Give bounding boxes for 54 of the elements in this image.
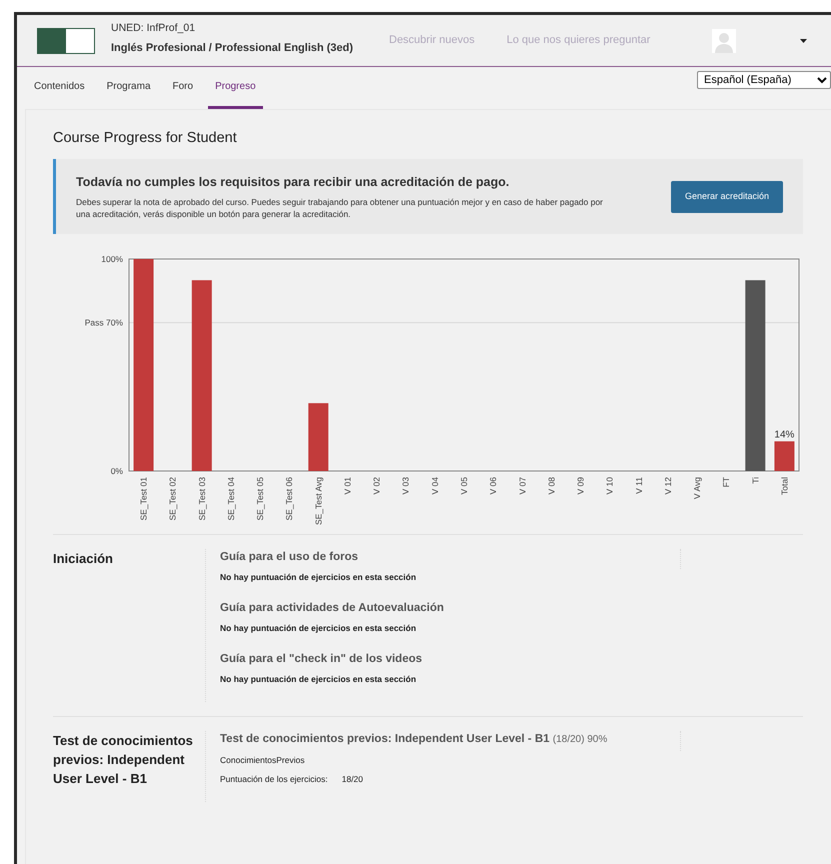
subsection-title: Guía para el "check in" de los videos bbox=[220, 652, 424, 668]
axis-label: SE_Test 01 bbox=[138, 477, 149, 521]
tab[interactable]: Programa bbox=[106, 67, 150, 109]
axis-label: V 07 bbox=[517, 477, 528, 495]
bar bbox=[774, 441, 794, 472]
section-note: No hay puntuación de ejercicios en esta sección bbox=[220, 622, 418, 636]
section-title: Test de conocimientos previos: Independent User Level - B1 bbox=[53, 732, 194, 788]
section-note: No hay puntuación de ejercicios en esta sección bbox=[220, 673, 418, 686]
axis-label: SE_Test 05 bbox=[255, 477, 266, 521]
axis-label: V 10 bbox=[604, 477, 615, 495]
notice-title: Todavía no cumples los requisitos para recibir una acreditación de pago. bbox=[76, 174, 510, 192]
axis-label: 100% bbox=[101, 254, 123, 264]
axis-label: SE_Test 02 bbox=[168, 477, 178, 521]
axis-label: V 08 bbox=[546, 477, 556, 495]
tab[interactable]: Foro bbox=[172, 67, 194, 109]
section-note: No hay puntuación de ejercicios en esta sección bbox=[220, 571, 418, 584]
tab[interactable]: Contenidos bbox=[34, 67, 85, 109]
score-text: (18/20) 90% bbox=[552, 734, 608, 746]
axis-label: FT bbox=[721, 477, 732, 488]
axis-label: V 12 bbox=[662, 477, 673, 495]
value-label: 14% bbox=[774, 429, 794, 440]
caret-icon[interactable] bbox=[800, 38, 807, 42]
axis-label: V 05 bbox=[459, 477, 469, 495]
page-title: Course Progress for Student bbox=[53, 130, 237, 148]
axis-label: Total bbox=[779, 477, 790, 496]
axis-label: 0% bbox=[110, 466, 123, 476]
axis-label: V 01 bbox=[342, 477, 352, 495]
organization-code: UNED: InfProf_01 bbox=[111, 22, 196, 35]
axis-label: Ti bbox=[750, 477, 760, 484]
language-select[interactable]: Español (España) bbox=[697, 71, 831, 89]
axis-label: V Avg bbox=[692, 477, 702, 500]
university-logo bbox=[37, 28, 95, 54]
axis-label: V 04 bbox=[430, 477, 440, 495]
axis-label: V 03 bbox=[400, 477, 411, 495]
subsection-title: Guía para actividades de Autoevaluación bbox=[220, 601, 445, 616]
bar bbox=[308, 403, 328, 472]
subsection-title: Guía para el uso de foros bbox=[220, 550, 360, 566]
scores-value: 18/20 bbox=[342, 773, 364, 786]
axis-label: Pass 70% bbox=[84, 318, 123, 328]
subsection-title: Test de conocimientos previos: Independent User Level - B1 bbox=[220, 733, 550, 746]
axis-label: V 09 bbox=[576, 477, 586, 495]
axis-label: SE_Test 03 bbox=[196, 477, 207, 521]
scores-label: Puntuación de los ejercicios: bbox=[220, 773, 328, 786]
problem-set-name: ConocimientosPrevios bbox=[220, 754, 306, 768]
generate-button[interactable]: Generar acreditación bbox=[670, 181, 783, 213]
notice-text: Debes superar la nota de aprobado del curso. Puedes seguir trabajando para obtener una puntuación mejor y en caso de haber pagado por una acreditación, verás disponible un botón para generar la acreditación. bbox=[76, 196, 604, 220]
axis-label: SE_Test 06 bbox=[284, 477, 294, 521]
axis-label: SE_Test 04 bbox=[226, 477, 236, 521]
course-title: Inglés Profesional / Professional English (3ed) bbox=[111, 41, 354, 56]
axis-label: V 11 bbox=[634, 477, 644, 494]
section-title: Iniciación bbox=[53, 550, 114, 568]
axis-label: V 02 bbox=[372, 477, 382, 495]
axis-label: V 06 bbox=[488, 477, 498, 495]
axis-label: SE_Test Avg bbox=[313, 477, 324, 526]
